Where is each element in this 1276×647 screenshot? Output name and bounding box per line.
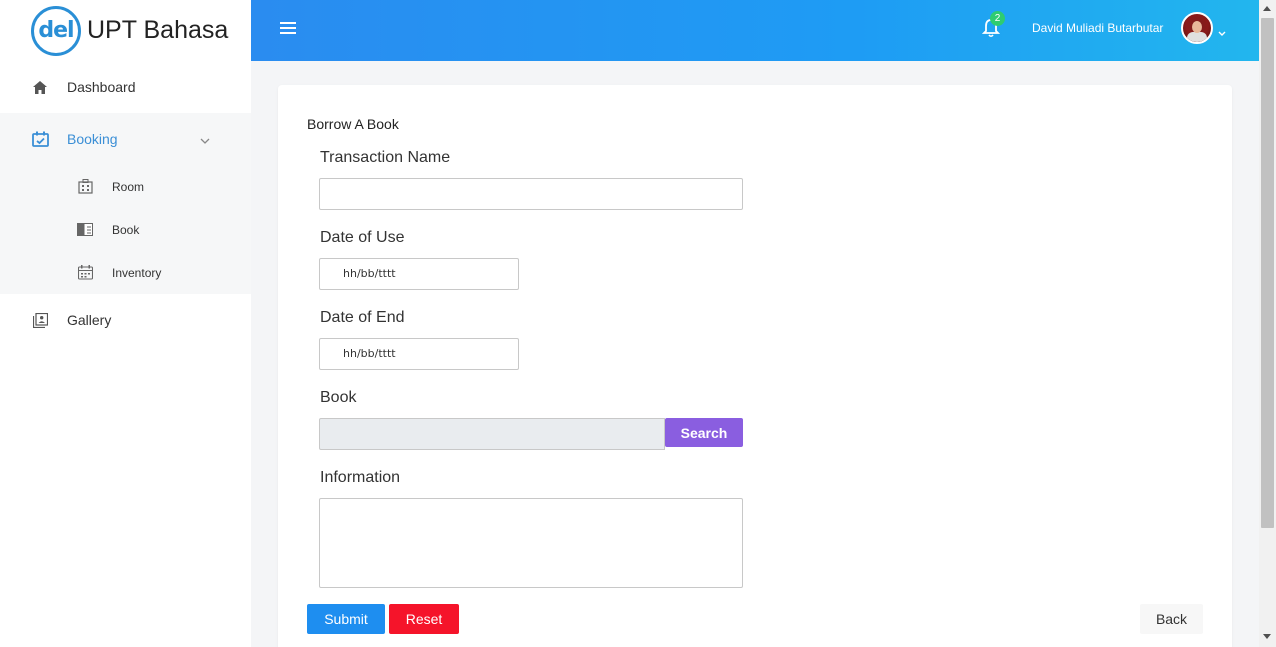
sidebar-item-label: Booking (67, 131, 118, 147)
page-title: Borrow A Book (307, 116, 399, 132)
date-of-end-label: Date of End (320, 309, 405, 326)
information-textarea[interactable] (319, 498, 743, 588)
book-label: Book (320, 389, 357, 406)
del-logo: del (31, 5, 81, 56)
date-of-use-input[interactable]: hh/bb/tttt (319, 258, 519, 290)
back-button[interactable]: Back (1140, 604, 1203, 634)
date-of-use-label: Date of Use (320, 229, 405, 246)
date-of-end-input[interactable]: hh/bb/tttt (319, 338, 519, 370)
submit-button[interactable]: Submit (307, 604, 385, 634)
book-icon (77, 222, 93, 238)
scroll-up-arrow-icon[interactable] (1263, 6, 1271, 11)
sidebar-item-label: Dashboard (67, 79, 136, 95)
transaction-name-label: Transaction Name (320, 149, 451, 166)
gallery-icon (31, 311, 49, 329)
scroll-thumb[interactable] (1261, 18, 1274, 528)
sidebar-item-label: Gallery (67, 312, 112, 328)
sidebar-item-label: Inventory (112, 265, 162, 280)
avatar[interactable] (1181, 12, 1213, 44)
borrow-book-card: Borrow A Book Transaction Name Date of U… (278, 85, 1232, 647)
calendar-grid-icon (77, 265, 93, 281)
transaction-name-input[interactable] (319, 178, 743, 210)
sidebar-item-inventory[interactable]: Inventory (0, 251, 251, 294)
menu-toggle-icon[interactable] (280, 22, 296, 37)
sidebar-item-book[interactable]: Book (0, 208, 251, 251)
home-icon (31, 78, 49, 96)
topbar: 2 David Muliadi Butarbutar (251, 0, 1259, 61)
building-icon (77, 179, 93, 195)
brand[interactable]: del UPT Bahasa (0, 0, 251, 61)
book-input[interactable] (319, 418, 665, 450)
sidebar-item-label: Room (112, 179, 145, 194)
chevron-down-icon (200, 131, 210, 147)
notification-badge: 2 (990, 11, 1005, 26)
sidebar: del UPT Bahasa Dashboard Booking Room Bo… (0, 0, 251, 647)
user-name[interactable]: David Muliadi Butarbutar (1032, 21, 1163, 35)
scroll-down-arrow-icon[interactable] (1263, 634, 1271, 639)
brand-name: UPT Bahasa (87, 16, 229, 44)
sidebar-item-gallery[interactable]: Gallery (0, 294, 251, 346)
sidebar-item-dashboard[interactable]: Dashboard (0, 61, 251, 113)
sidebar-item-booking[interactable]: Booking (0, 113, 251, 165)
booking-submenu: Room Book Inventory (0, 165, 251, 294)
search-button[interactable]: Search (665, 418, 743, 447)
sidebar-item-room[interactable]: Room (0, 165, 251, 208)
reset-button[interactable]: Reset (389, 604, 459, 634)
page-scrollbar[interactable] (1259, 0, 1276, 647)
calendar-check-icon (31, 130, 49, 148)
chevron-down-icon[interactable] (1218, 24, 1226, 36)
sidebar-item-label: Book (112, 222, 140, 237)
information-label: Information (320, 469, 401, 486)
